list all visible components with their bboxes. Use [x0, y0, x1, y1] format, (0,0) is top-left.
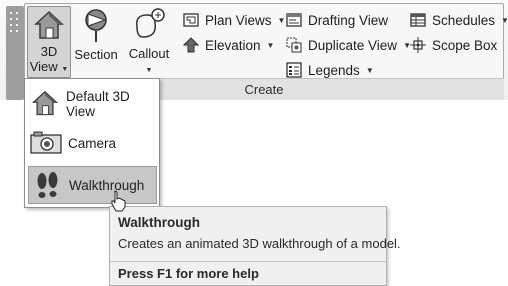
duplicate-view-icon	[285, 36, 303, 54]
scope-box-label: Scope Box	[432, 37, 498, 53]
callout-label: Callout	[128, 46, 170, 61]
chevron-down-icon: ▼	[61, 66, 69, 73]
plan-views-button[interactable]: Plan Views ▼	[182, 9, 285, 31]
tooltip-help-text: Press F1 for more help	[118, 266, 259, 281]
mouse-pointer-icon	[111, 190, 126, 212]
menu-item-walkthrough[interactable]: Walkthrough	[28, 166, 157, 204]
drafting-view-button[interactable]: Drafting View	[285, 9, 388, 31]
chevron-down-icon: ▼	[145, 67, 153, 74]
duplicate-view-button[interactable]: Duplicate View ▼	[285, 34, 411, 56]
menu-item-default-3d-view[interactable]: Default 3D View	[28, 85, 157, 123]
camera-icon	[28, 127, 64, 159]
walkthrough-tooltip: Walkthrough Creates an animated 3D walkt…	[109, 206, 401, 286]
legends-icon	[285, 61, 303, 79]
callout-icon	[131, 6, 167, 43]
ribbon-grip-handle[interactable]	[6, 6, 24, 100]
schedules-icon	[409, 11, 427, 29]
menu-item-label: Default 3D View	[65, 89, 130, 119]
house-3d-icon	[34, 7, 64, 44]
house-3d-icon	[28, 88, 62, 120]
menu-item-label: Camera	[68, 135, 117, 151]
drafting-view-label: Drafting View	[308, 12, 389, 28]
3d-view-label-line1: 3D	[40, 44, 58, 59]
3d-view-button[interactable]: 3D View ▼	[27, 6, 71, 78]
scope-box-button[interactable]: Scope Box	[409, 34, 497, 56]
chevron-down-icon: ▼	[501, 15, 508, 25]
section-label: Section	[74, 47, 118, 62]
legends-label: Legends	[308, 62, 360, 78]
chevron-down-icon: ▼	[365, 65, 374, 75]
schedules-label: Schedules	[432, 12, 496, 28]
plan-views-icon	[182, 11, 200, 29]
elevation-icon	[182, 36, 200, 54]
tooltip-description: Creates an animated 3D walkthrough of a …	[118, 236, 401, 251]
elevation-label: Elevation	[205, 37, 261, 53]
plan-views-label: Plan Views	[205, 12, 272, 28]
footprints-icon	[29, 169, 65, 201]
3d-view-dropdown-menu: Default 3D View Camera Walkthrough	[24, 78, 160, 208]
drafting-view-icon	[285, 11, 303, 29]
duplicate-view-label: Duplicate View	[308, 37, 398, 53]
elevation-button[interactable]: Elevation ▼	[182, 34, 274, 56]
callout-button[interactable]: Callout ▼	[124, 6, 174, 78]
chevron-down-icon: ▼	[266, 40, 275, 50]
3d-view-label-line2: View	[29, 59, 58, 74]
menu-item-label: Walkthrough	[69, 177, 145, 193]
section-button[interactable]: Section	[72, 6, 120, 78]
tooltip-title: Walkthrough	[118, 215, 200, 230]
tooltip-divider	[110, 261, 386, 262]
scope-box-icon	[409, 36, 427, 54]
section-icon	[81, 6, 111, 44]
schedules-button[interactable]: Schedules ▼	[409, 9, 508, 31]
create-panel-title-text: Create	[244, 82, 284, 97]
menu-item-camera[interactable]: Camera	[28, 124, 157, 162]
